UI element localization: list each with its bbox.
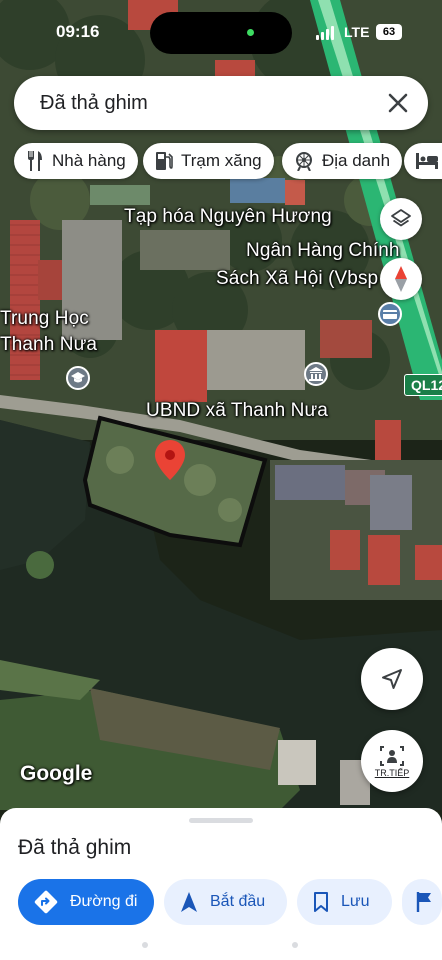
school-poi-icon[interactable] bbox=[66, 366, 90, 390]
road-shield-ql12: QL12 bbox=[404, 374, 442, 396]
camera-indicator-icon bbox=[247, 29, 254, 36]
navigation-arrow-icon bbox=[382, 669, 402, 689]
compass-icon bbox=[395, 266, 407, 292]
landmark-icon bbox=[296, 152, 312, 171]
directions-icon bbox=[34, 890, 58, 914]
map-label-bank-line2[interactable]: Sách Xã Hội (Vbsp bbox=[216, 268, 378, 290]
chip-label: Nhà hàng bbox=[52, 151, 126, 170]
navigation-start-icon bbox=[181, 892, 197, 912]
hotel-icon bbox=[416, 153, 438, 169]
map-label-school-line2[interactable]: Thanh Nưa bbox=[0, 334, 97, 356]
google-logo: Google bbox=[20, 762, 93, 785]
street-view-label: TR.TIẾP bbox=[374, 767, 410, 778]
dynamic-island bbox=[150, 12, 292, 54]
place-title: Đã thả ghim bbox=[18, 836, 132, 859]
map-label-shop[interactable]: Tạp hóa Nguyên Hương bbox=[124, 206, 332, 228]
flag-icon bbox=[416, 892, 431, 912]
start-button[interactable]: Bắt đầu bbox=[164, 879, 287, 925]
chip-label: Địa danh bbox=[322, 151, 391, 170]
dropped-pin-icon[interactable] bbox=[155, 440, 185, 480]
battery-icon: 63 bbox=[376, 24, 402, 40]
map-label-school-line1[interactable]: Trung Học bbox=[0, 308, 89, 330]
chip-restaurants[interactable]: Nhà hàng bbox=[14, 143, 138, 179]
signal-strength-icon bbox=[316, 26, 334, 40]
government-poi-icon[interactable] bbox=[304, 362, 328, 386]
chip-hotels[interactable] bbox=[404, 143, 442, 179]
restaurant-icon bbox=[28, 151, 42, 171]
layers-button[interactable] bbox=[380, 198, 422, 240]
map-label-bank-line1[interactable]: Ngân Hàng Chính bbox=[246, 240, 400, 262]
start-label: Bắt đầu bbox=[210, 893, 266, 910]
directions-button[interactable]: Đường đi bbox=[18, 879, 154, 925]
search-bar[interactable]: Đã thả ghim bbox=[14, 76, 428, 130]
layers-icon bbox=[391, 209, 411, 227]
directions-label: Đường đi bbox=[70, 893, 138, 910]
chip-label: Trạm xăng bbox=[181, 151, 262, 170]
close-icon[interactable] bbox=[384, 89, 412, 117]
place-sheet[interactable]: Đã thả ghim Đường đi Bắt đầu Lưu bbox=[0, 808, 442, 960]
bank-poi-icon[interactable] bbox=[378, 302, 402, 326]
chip-gas-stations[interactable]: Trạm xăng bbox=[143, 143, 274, 179]
status-time: 09:16 bbox=[56, 22, 100, 41]
bookmark-icon bbox=[314, 892, 328, 912]
chip-landmarks[interactable]: Địa danh bbox=[282, 143, 403, 179]
save-button[interactable]: Lưu bbox=[297, 879, 392, 925]
sheet-grabber[interactable] bbox=[189, 818, 253, 823]
page-indicator-dot bbox=[292, 942, 298, 948]
compass-button[interactable] bbox=[380, 258, 422, 300]
gas-station-icon bbox=[156, 152, 173, 170]
network-type: LTE bbox=[344, 24, 370, 40]
search-input[interactable]: Đã thả ghim bbox=[40, 92, 148, 115]
label-button[interactable] bbox=[402, 879, 442, 925]
my-location-button[interactable] bbox=[361, 648, 423, 710]
map-label-office[interactable]: UBND xã Thanh Nưa bbox=[146, 400, 328, 422]
page-indicator-dot bbox=[142, 942, 148, 948]
street-view-icon bbox=[380, 745, 404, 766]
save-label: Lưu bbox=[341, 893, 370, 910]
street-view-button[interactable]: TR.TIẾP bbox=[361, 730, 423, 792]
